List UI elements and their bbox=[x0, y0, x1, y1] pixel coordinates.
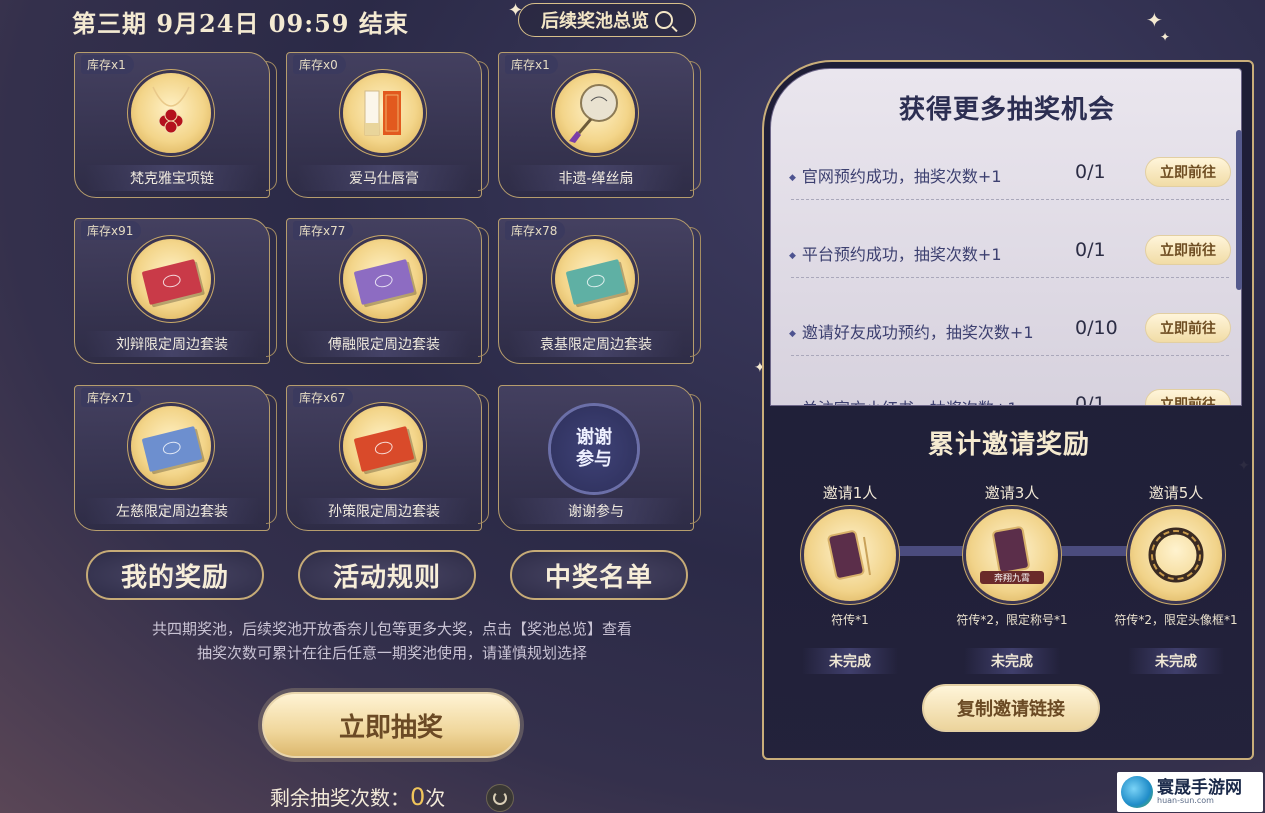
gift-box-icon bbox=[343, 406, 423, 486]
task-progress: 0/10 bbox=[1075, 317, 1118, 339]
task-label: 平台预约成功，抽奖次数+1 bbox=[789, 241, 1002, 265]
remaining-draws: 剩余抽奖次数：0次 bbox=[270, 782, 445, 811]
prize-name: 刘辩限定周边套装 bbox=[85, 331, 259, 357]
invite-rewards-panel: 累计邀请奖励 邀请1人 符传*1 未完成 邀请3人 奔翔九霄 符传*2，限定称号… bbox=[770, 406, 1248, 746]
stock-badge: 库存x1 bbox=[81, 55, 134, 74]
gift-box-icon bbox=[343, 239, 423, 319]
divider bbox=[791, 277, 1229, 279]
tier-status: 未完成 bbox=[964, 648, 1060, 674]
divider bbox=[791, 199, 1229, 201]
prize-card[interactable]: 库存x1 非遗-缂丝扇 bbox=[498, 52, 701, 198]
task-progress: 0/1 bbox=[1075, 239, 1106, 261]
tier-reward: 符传*2，限定头像框*1 bbox=[1114, 613, 1238, 627]
watermark-domain: huan-sun.com bbox=[1157, 795, 1214, 805]
gift-box-icon bbox=[555, 239, 635, 319]
stock-badge: 库存x78 bbox=[505, 221, 566, 240]
chance-row: 邀请好友成功预约，抽奖次数+1 0/10 立即前往 bbox=[789, 311, 1239, 371]
pool-overview-label: 后续奖池总览 bbox=[541, 11, 649, 32]
prize-card[interactable]: 库存x91 刘辩限定周边套装 bbox=[74, 218, 277, 364]
stock-badge: 库存x67 bbox=[293, 388, 354, 407]
more-chances-title: 获得更多抽奖机会 bbox=[898, 95, 1115, 125]
refresh-icon[interactable] bbox=[486, 784, 514, 812]
winners-button[interactable]: 中奖名单 bbox=[510, 550, 688, 600]
prize-card[interactable]: 库存x1 梵克雅宝项链 bbox=[74, 52, 277, 198]
prize-name: 非遗-缂丝扇 bbox=[509, 165, 683, 191]
thanks-badge-icon: 谢谢 参与 bbox=[551, 406, 637, 492]
title-token-icon: 奔翔九霄 bbox=[966, 509, 1058, 601]
site-watermark: 寰晟手游网 huan-sun.com bbox=[1117, 772, 1263, 812]
prize-name: 袁基限定周边套装 bbox=[509, 331, 683, 357]
token-icon bbox=[804, 509, 896, 601]
more-chances-panel: 获得更多抽奖机会 官网预约成功，抽奖次数+1 0/1 立即前往 平台预约成功，抽… bbox=[770, 68, 1242, 406]
watermark-name: 寰晟手游网 bbox=[1157, 777, 1242, 798]
go-now-button[interactable]: 立即前往 bbox=[1145, 235, 1231, 265]
prize-name: 梵克雅宝项链 bbox=[85, 165, 259, 191]
tier-label: 邀请1人 bbox=[822, 484, 878, 502]
stock-badge: 库存x91 bbox=[81, 221, 142, 240]
necklace-icon bbox=[131, 73, 211, 153]
description-line: 抽奖次数可累计在往后任意一期奖池使用，请谨慎规划选择 bbox=[196, 644, 587, 662]
prize-name: 傅融限定周边套装 bbox=[297, 331, 471, 357]
task-label: 关注官方小红书，抽奖次数+1 bbox=[789, 395, 1018, 405]
prize-card[interactable]: 谢谢 参与 谢谢参与 bbox=[498, 385, 701, 531]
go-now-button[interactable]: 立即前往 bbox=[1145, 389, 1231, 405]
tier-label: 邀请3人 bbox=[984, 484, 1040, 502]
task-progress: 0/1 bbox=[1075, 393, 1106, 406]
stock-badge: 库存x1 bbox=[505, 55, 558, 74]
tier-reward: 符传*2，限定称号*1 bbox=[956, 613, 1068, 627]
period-title: 第三期 9月24日 09:59 结束 bbox=[72, 9, 409, 38]
remaining-value: 0 bbox=[410, 783, 426, 811]
sparkle-icon: ✦ bbox=[1160, 30, 1171, 44]
task-progress: 0/1 bbox=[1075, 161, 1106, 183]
chance-row: 官网预约成功，抽奖次数+1 0/1 立即前往 bbox=[789, 155, 1239, 215]
invite-rewards-title: 累计邀请奖励 bbox=[927, 430, 1090, 460]
gift-box-icon bbox=[131, 406, 211, 486]
prize-card[interactable]: 库存x78 袁基限定周边套装 bbox=[498, 218, 701, 364]
invite-tier: 邀请1人 符传*1 未完成 bbox=[770, 482, 930, 674]
prize-card[interactable]: 库存x0 爱马仕唇膏 bbox=[286, 52, 489, 198]
prize-name: 左慈限定周边套装 bbox=[85, 498, 259, 524]
prize-name: 爱马仕唇膏 bbox=[297, 165, 471, 191]
invite-tier: 邀请3人 奔翔九霄 符传*2，限定称号*1 未完成 bbox=[932, 482, 1092, 674]
medal-title-text: 奔翔九霄 bbox=[980, 571, 1044, 584]
remaining-unit: 次 bbox=[425, 786, 446, 810]
search-icon bbox=[655, 11, 673, 29]
prize-name: 谢谢参与 bbox=[509, 498, 683, 524]
prize-card[interactable]: 库存x67 孙策限定周边套装 bbox=[286, 385, 489, 531]
task-label: 官网预约成功，抽奖次数+1 bbox=[789, 163, 1002, 187]
tier-status: 未完成 bbox=[1128, 648, 1224, 674]
sparkle-icon: ✦ bbox=[1146, 8, 1163, 32]
rules-button[interactable]: 活动规则 bbox=[298, 550, 476, 600]
fan-icon bbox=[555, 73, 635, 153]
prize-name: 孙策限定周边套装 bbox=[297, 498, 471, 524]
task-label: 邀请好友成功预约，抽奖次数+1 bbox=[789, 319, 1034, 343]
tier-reward: 符传*1 bbox=[831, 613, 869, 627]
draw-now-button[interactable]: 立即抽奖 bbox=[262, 692, 520, 758]
prize-card[interactable]: 库存x77 傅融限定周边套装 bbox=[286, 218, 489, 364]
chances-scrollbar[interactable] bbox=[1236, 130, 1242, 290]
chance-row: 平台预约成功，抽奖次数+1 0/1 立即前往 bbox=[789, 233, 1239, 293]
stock-badge: 库存x0 bbox=[293, 55, 346, 74]
tier-status: 未完成 bbox=[802, 648, 898, 674]
description-line: 共四期奖池，后续奖池开放香奈儿包等更多大奖，点击【奖池总览】查看 bbox=[151, 620, 632, 638]
remaining-label: 剩余抽奖次数： bbox=[270, 786, 410, 810]
invite-tier: 邀请5人 符传*2，限定头像框*1 未完成 bbox=[1096, 482, 1256, 674]
gift-box-icon bbox=[131, 239, 211, 319]
prize-card[interactable]: 库存x71 左慈限定周边套装 bbox=[74, 385, 277, 531]
tier-label: 邀请5人 bbox=[1148, 484, 1204, 502]
lipstick-icon bbox=[343, 73, 423, 153]
stock-badge: 库存x77 bbox=[293, 221, 354, 240]
thanks-badge-text: 谢谢 参与 bbox=[576, 427, 612, 470]
chance-row: 关注官方小红书，抽奖次数+1 0/1 立即前往 bbox=[789, 387, 1239, 406]
go-now-button[interactable]: 立即前往 bbox=[1145, 313, 1231, 343]
my-rewards-button[interactable]: 我的奖励 bbox=[86, 550, 264, 600]
stock-badge: 库存x71 bbox=[81, 388, 142, 407]
avatar-frame-icon bbox=[1130, 509, 1222, 601]
go-now-button[interactable]: 立即前往 bbox=[1145, 157, 1231, 187]
divider bbox=[791, 355, 1229, 357]
pool-overview-button[interactable]: 后续奖池总览 bbox=[518, 3, 696, 37]
copy-invite-link-button[interactable]: 复制邀请链接 bbox=[922, 684, 1100, 732]
site-logo-icon bbox=[1121, 776, 1153, 808]
